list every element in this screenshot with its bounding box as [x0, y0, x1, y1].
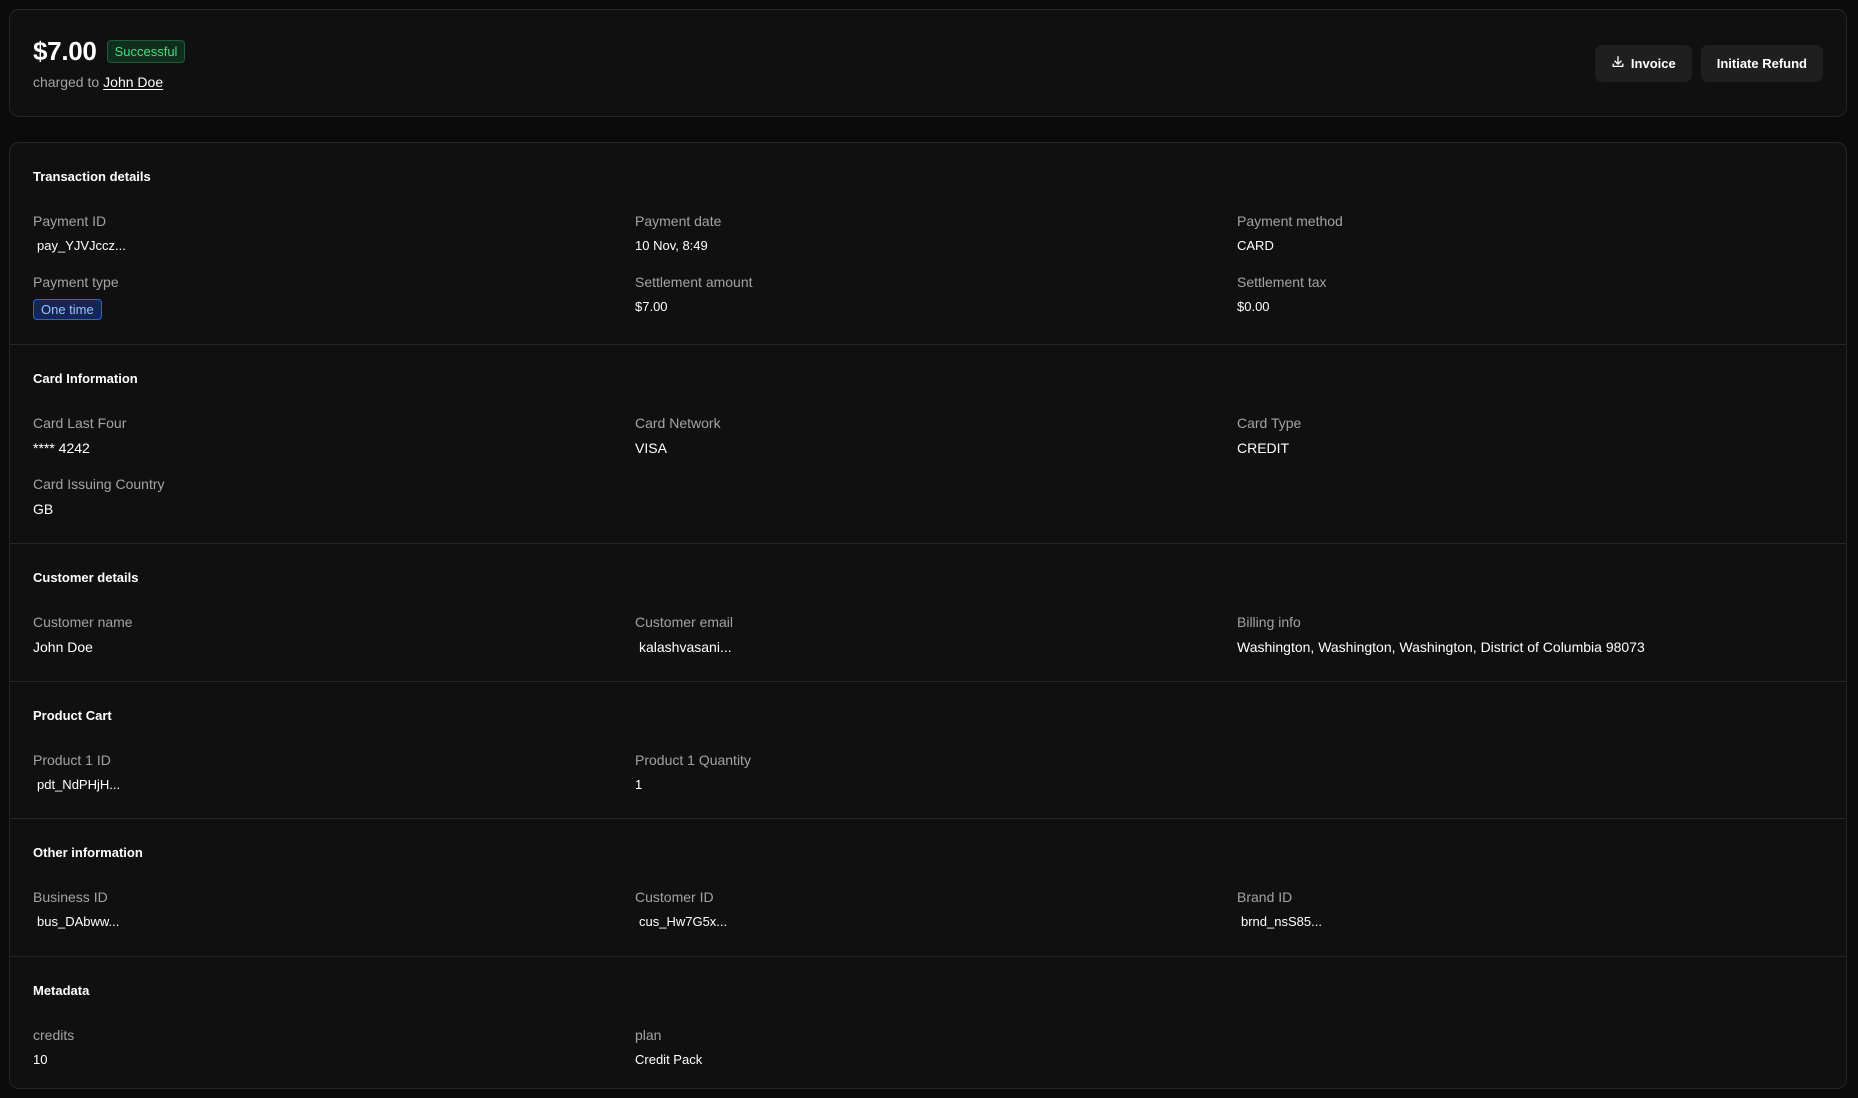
payment-amount: $7.00: [33, 36, 97, 66]
field-label: Card Network: [635, 415, 721, 431]
download-icon: [1611, 55, 1625, 72]
brand-id-value[interactable]: brnd_nsS85...: [1237, 914, 1322, 930]
card-network-value: VISA: [635, 440, 667, 456]
section-title: Customer details: [33, 570, 139, 585]
other-information-section: Other information Business ID bus_DAbww.…: [10, 818, 1846, 956]
product-id-field: Product 1 ID pdt_NdPHjH...: [33, 752, 120, 793]
invoice-button[interactable]: Invoice: [1594, 45, 1692, 82]
payment-date-value: 10 Nov, 8:49: [635, 238, 708, 253]
product-cart-section: Product Cart Product 1 ID pdt_NdPHjH... …: [10, 681, 1846, 818]
brand-id-field: Brand ID brnd_nsS85...: [1237, 889, 1322, 930]
metadata-plan-field: plan Credit Pack: [635, 1027, 702, 1068]
field-label: Product 1 Quantity: [635, 752, 751, 768]
customer-name-field: Customer name John Doe: [33, 614, 133, 655]
customer-email-value[interactable]: kalashvasani...: [635, 639, 733, 655]
field-label: Settlement amount: [635, 274, 753, 290]
field-label: plan: [635, 1027, 662, 1043]
field-label: Payment ID: [33, 213, 107, 229]
customer-email-field: Customer email kalashvasani...: [635, 614, 733, 655]
product-quantity-value: 1: [635, 777, 643, 792]
card-issuing-country-field: Card Issuing Country GB: [33, 476, 165, 517]
field-label: credits: [33, 1027, 75, 1043]
section-title: Product Cart: [33, 708, 112, 723]
card-last-four-field: Card Last Four **** 4242: [33, 415, 126, 456]
field-label: Customer ID: [635, 889, 714, 905]
field-label: Payment date: [635, 213, 722, 229]
billing-info-field: Billing info Washington, Washington, Was…: [1237, 614, 1645, 655]
metadata-credits-value: 10: [33, 1052, 48, 1067]
metadata-plan-value: Credit Pack: [635, 1052, 703, 1067]
section-title: Transaction details: [33, 169, 151, 184]
settlement-amount-field: Settlement amount $7.00: [635, 274, 753, 315]
section-title: Other information: [33, 845, 143, 860]
field-label: Product 1 ID: [33, 752, 111, 768]
field-label: Card Last Four: [33, 415, 127, 431]
payment-type-field: Payment type One time: [33, 274, 119, 320]
settlement-tax-field: Settlement tax $0.00: [1237, 274, 1327, 315]
payment-summary-card: $7.00 Successful charged to John Doe Invo…: [9, 9, 1847, 117]
payment-id-field: Payment ID pay_YJVJccz...: [33, 213, 126, 254]
product-quantity-field: Product 1 Quantity 1: [635, 752, 751, 793]
payment-details-card: Transaction details Payment ID pay_YJVJc…: [9, 142, 1847, 1089]
payment-type-badge: One time: [33, 299, 102, 320]
customer-details-section: Customer details Customer name John Doe …: [10, 543, 1846, 681]
invoice-button-label: Invoice: [1630, 56, 1676, 71]
payment-id-value[interactable]: pay_YJVJccz...: [33, 238, 126, 254]
header-actions: Invoice Initiate Refund: [1594, 45, 1823, 82]
status-badge: Successful: [106, 40, 186, 63]
field-label: Customer name: [33, 614, 133, 630]
section-title: Metadata: [33, 983, 90, 998]
card-type-value: CREDIT: [1237, 440, 1290, 456]
initiate-refund-button[interactable]: Initiate Refund: [1700, 45, 1823, 82]
settlement-amount-value: $7.00: [635, 299, 668, 314]
card-issuing-country-value: GB: [33, 501, 54, 517]
card-information-section: Card Information Card Last Four **** 424…: [10, 344, 1846, 543]
field-label: Brand ID: [1237, 889, 1293, 905]
field-label: Card Issuing Country: [33, 476, 165, 492]
payment-method-value: CARD: [1237, 238, 1274, 253]
field-label: Billing info: [1237, 614, 1301, 630]
section-title: Card Information: [33, 371, 138, 386]
field-label: Payment method: [1237, 213, 1343, 229]
charged-to-label: charged to: [33, 74, 100, 90]
field-label: Customer email: [635, 614, 734, 630]
metadata-credits-field: credits 10: [33, 1027, 74, 1068]
charged-to-row: charged to John Doe: [33, 74, 163, 90]
field-label: Card Type: [1237, 415, 1302, 431]
payment-date-field: Payment date 10 Nov, 8:49: [635, 213, 721, 254]
customer-name-value: John Doe: [33, 639, 93, 655]
billing-info-value: Washington, Washington, Washington, Dist…: [1237, 639, 1645, 655]
field-label: Payment type: [33, 274, 119, 290]
business-id-field: Business ID bus_DAbww...: [33, 889, 119, 930]
payment-method-field: Payment method CARD: [1237, 213, 1343, 254]
transaction-details-section: Transaction details Payment ID pay_YJVJc…: [10, 143, 1846, 344]
field-label: Settlement tax: [1237, 274, 1327, 290]
amount-row: $7.00 Successful: [33, 36, 186, 67]
customer-id-value[interactable]: cus_Hw7G5x...: [635, 914, 727, 930]
customer-link[interactable]: John Doe: [103, 74, 163, 90]
product-id-value[interactable]: pdt_NdPHjH...: [33, 777, 120, 793]
business-id-value[interactable]: bus_DAbww...: [33, 914, 119, 930]
card-last-four-value: **** 4242: [33, 440, 90, 456]
metadata-section: Metadata credits 10 plan Credit Pack: [10, 956, 1846, 1088]
settlement-tax-value: $0.00: [1237, 299, 1270, 314]
card-network-field: Card Network VISA: [635, 415, 721, 456]
customer-id-field: Customer ID cus_Hw7G5x...: [635, 889, 727, 930]
field-label: Business ID: [33, 889, 108, 905]
card-type-field: Card Type CREDIT: [1237, 415, 1301, 456]
